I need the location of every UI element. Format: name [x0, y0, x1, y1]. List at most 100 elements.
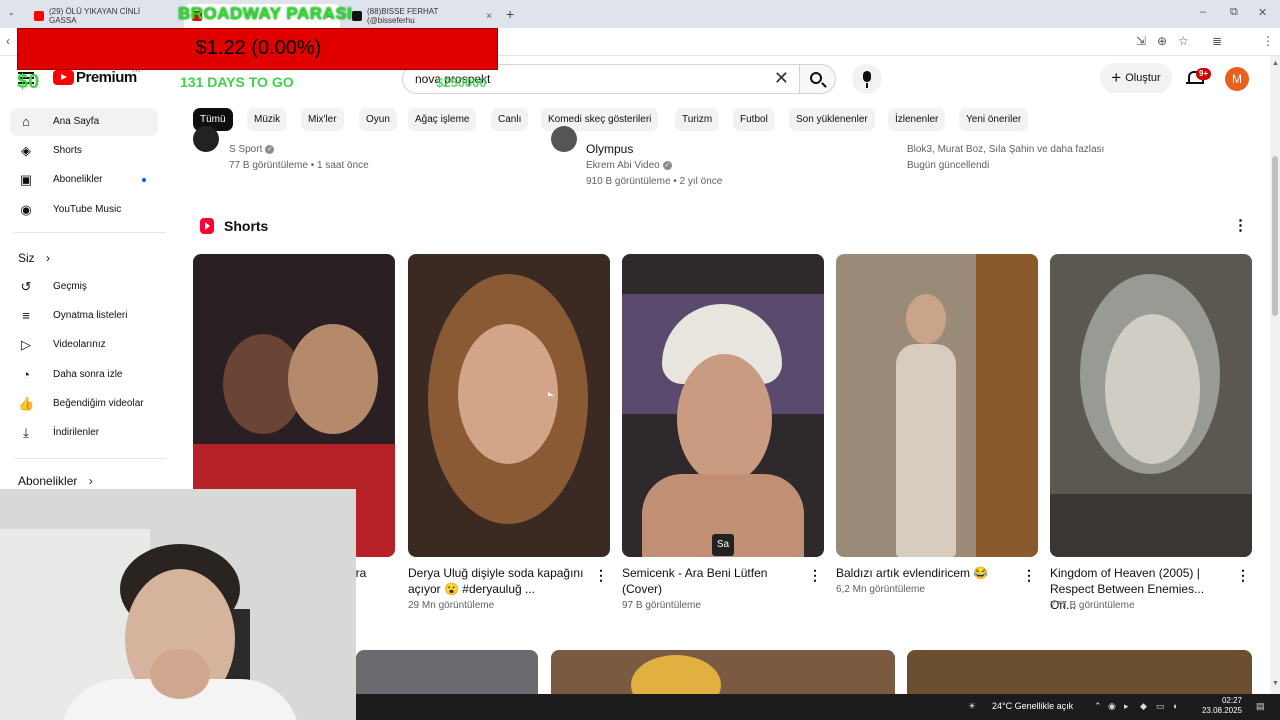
scroll-down-icon[interactable]: ▼ — [1272, 680, 1279, 687]
short-card[interactable]: Sa Semicenk - Ara Beni Lütfen (Cover) ⋮ … — [622, 254, 824, 611]
new-tab-button[interactable]: + — [506, 6, 514, 22]
browser-tab-1[interactable]: (29) ÖLÜ YIKAYAN CİNLİ GASSA — [26, 4, 176, 28]
browser-tab-3[interactable]: (88)BISSE FERHAT (@bisseferhu × — [344, 4, 500, 28]
short-card[interactable]: Derya Uluğ dişiyle soda kapağını açıyor … — [408, 254, 610, 611]
notification-badge: 9+ — [1196, 68, 1212, 80]
overlay-goal-amount: $250000 — [436, 75, 487, 90]
shorts-logo-icon — [200, 218, 214, 234]
weather-text[interactable]: 24°C Genellikle açık — [992, 701, 1073, 711]
short-thumbnail[interactable] — [408, 254, 610, 557]
voice-search-icon[interactable] — [852, 64, 882, 94]
short-thumbnail[interactable] — [1050, 254, 1252, 557]
chip-tourism[interactable]: Turizm — [675, 108, 720, 131]
sidebar-item-youtube-music[interactable]: ◉ YouTube Music — [10, 196, 158, 224]
reading-list-icon[interactable]: ≣ — [1212, 34, 1222, 48]
short-thumbnail[interactable] — [836, 254, 1038, 557]
sidebar: ⌂ Ana Sayfa ◈ Shorts ▣ Abonelikler ◉ You… — [0, 102, 180, 492]
sidebar-item-subscriptions[interactable]: ▣ Abonelikler — [10, 166, 158, 194]
taskbar-clock[interactable]: 02:27 23.08.2025 — [1176, 696, 1242, 716]
days-to-go: 131 DAYS TO GO — [180, 74, 294, 90]
sidebar-section-subscriptions[interactable]: Abonelikler › — [18, 474, 93, 488]
search-button[interactable] — [800, 64, 836, 94]
more-options-icon[interactable]: ⋮ — [594, 568, 608, 582]
sidebar-item-watch-later[interactable]: ◔ Daha sonra izle — [10, 361, 158, 389]
sidebar-item-liked-videos[interactable]: 👍 Beğendiğim videolar — [10, 390, 158, 418]
show-hidden-icons[interactable]: ⌃ — [1094, 701, 1102, 712]
video-thumbnail[interactable] — [356, 650, 538, 695]
channel-name[interactable]: S Sport ✓ — [229, 144, 275, 155]
weather-icon[interactable]: ☀ — [968, 701, 976, 712]
short-card[interactable]: Baldızı artık evlendiricem 😂 ⋮ 6,2 Mn gö… — [836, 254, 1038, 595]
sidebar-divider — [14, 232, 166, 233]
video-meta: Bugün güncellendi — [907, 160, 990, 171]
short-card[interactable]: Kingdom of Heaven (2005) | Respect Betwe… — [1050, 254, 1252, 612]
channel-avatar[interactable] — [551, 126, 577, 152]
more-options-icon[interactable]: ⋮ — [808, 568, 822, 582]
sidebar-item-shorts[interactable]: ◈ Shorts — [10, 137, 158, 165]
sidebar-section-you[interactable]: Siz › — [18, 251, 50, 265]
create-button[interactable]: + Oluştur — [1100, 63, 1172, 93]
more-options-icon[interactable]: ⋮ — [1233, 218, 1248, 233]
more-options-icon[interactable]: ⋮ — [1236, 568, 1250, 582]
new-content-dot — [142, 178, 146, 182]
sidebar-item-history[interactable]: ↺ Geçmiş — [10, 273, 158, 301]
back-icon[interactable]: ‹ — [6, 34, 10, 48]
account-avatar[interactable]: M — [1225, 67, 1249, 91]
chip-mixes[interactable]: Mix'ler — [301, 108, 344, 131]
sidebar-item-home[interactable]: ⌂ Ana Sayfa — [10, 108, 158, 136]
channel-avatar[interactable] — [193, 126, 219, 152]
chip-football[interactable]: Futbol — [733, 108, 775, 131]
youtube-premium-logo[interactable]: Premium — [76, 69, 137, 86]
chip-recently-uploaded[interactable]: Son yüklenenler — [789, 108, 875, 131]
tab-search-icon[interactable]: ⌄ — [8, 8, 15, 17]
zoom-icon[interactable]: ⊕ — [1157, 34, 1167, 48]
chip-new-to-you[interactable]: Yeni öneriler — [959, 108, 1029, 131]
minimize-button[interactable]: – — [1200, 6, 1206, 18]
tray-icon[interactable]: ◆ — [1140, 701, 1147, 712]
sidebar-item-label: Ana Sayfa — [53, 116, 100, 127]
notification-center-icon[interactable]: ▤ — [1256, 701, 1265, 712]
more-options-icon[interactable]: ⋮ — [1022, 568, 1036, 582]
sidebar-item-your-videos[interactable]: ▷ Videolarınız — [10, 331, 158, 359]
clear-search-icon[interactable]: ✕ — [774, 68, 789, 89]
network-icon[interactable]: ▭ — [1156, 701, 1165, 712]
sidebar-item-label: YouTube Music — [53, 204, 122, 215]
video-thumbnail[interactable] — [551, 650, 895, 695]
browser-menu-icon[interactable]: ⋮ — [1262, 34, 1274, 48]
chip-music[interactable]: Müzik — [247, 108, 288, 131]
playlist-icon: ≡ — [22, 308, 30, 323]
page-scrollbar[interactable]: ▲ ▼ — [1270, 56, 1280, 694]
short-title[interactable]: Derya Uluğ dişiyle soda kapağını açıyor … — [408, 565, 586, 597]
sidebar-item-downloads[interactable]: ⤓ İndirilenler — [10, 419, 158, 447]
home-icon: ⌂ — [22, 114, 30, 129]
youtube-logo-icon[interactable] — [53, 70, 74, 85]
section-label: Siz — [18, 251, 35, 265]
webcam-overlay — [0, 489, 356, 720]
chip-games[interactable]: Oyun — [359, 108, 397, 131]
short-views: 777 B görüntüleme — [1050, 600, 1135, 611]
chip-watched[interactable]: İzlenenler — [888, 108, 946, 131]
video-thumbnail[interactable] — [907, 650, 1252, 695]
tray-icon[interactable]: ◉ — [1108, 701, 1116, 712]
chip-live[interactable]: Canlı — [491, 108, 529, 131]
close-window-button[interactable]: ✕ — [1258, 6, 1267, 19]
section-label: Abonelikler — [18, 474, 78, 488]
music-icon: ◉ — [20, 202, 32, 217]
scroll-up-icon[interactable]: ▲ — [1272, 60, 1279, 67]
chip-woodworking[interactable]: Ağaç işleme — [408, 108, 477, 131]
like-icon: 👍 — [18, 396, 35, 411]
channel-name[interactable]: Ekrem Abi Video ✓ — [586, 160, 672, 171]
maximize-button[interactable]: ⧉ — [1230, 6, 1238, 19]
shorts-heading: Shorts — [224, 218, 269, 234]
sidebar-item-playlists[interactable]: ≡ Oynatma listeleri — [10, 302, 158, 330]
short-title[interactable]: Baldızı artık evlendiricem 😂 — [836, 565, 1014, 581]
bookmark-star-icon[interactable]: ☆ — [1178, 34, 1189, 48]
close-tab-icon[interactable]: × — [486, 11, 492, 22]
tray-icon[interactable]: ▸ — [1124, 701, 1129, 712]
sidebar-item-label: İndirilenler — [53, 427, 100, 438]
install-icon[interactable]: ⇲ — [1136, 34, 1146, 48]
scrollbar-thumb[interactable] — [1272, 156, 1278, 316]
short-thumbnail[interactable]: Sa — [622, 254, 824, 557]
short-title[interactable]: Semicenk - Ara Beni Lütfen (Cover) — [622, 565, 800, 597]
video-title[interactable]: Olympus — [586, 142, 633, 156]
